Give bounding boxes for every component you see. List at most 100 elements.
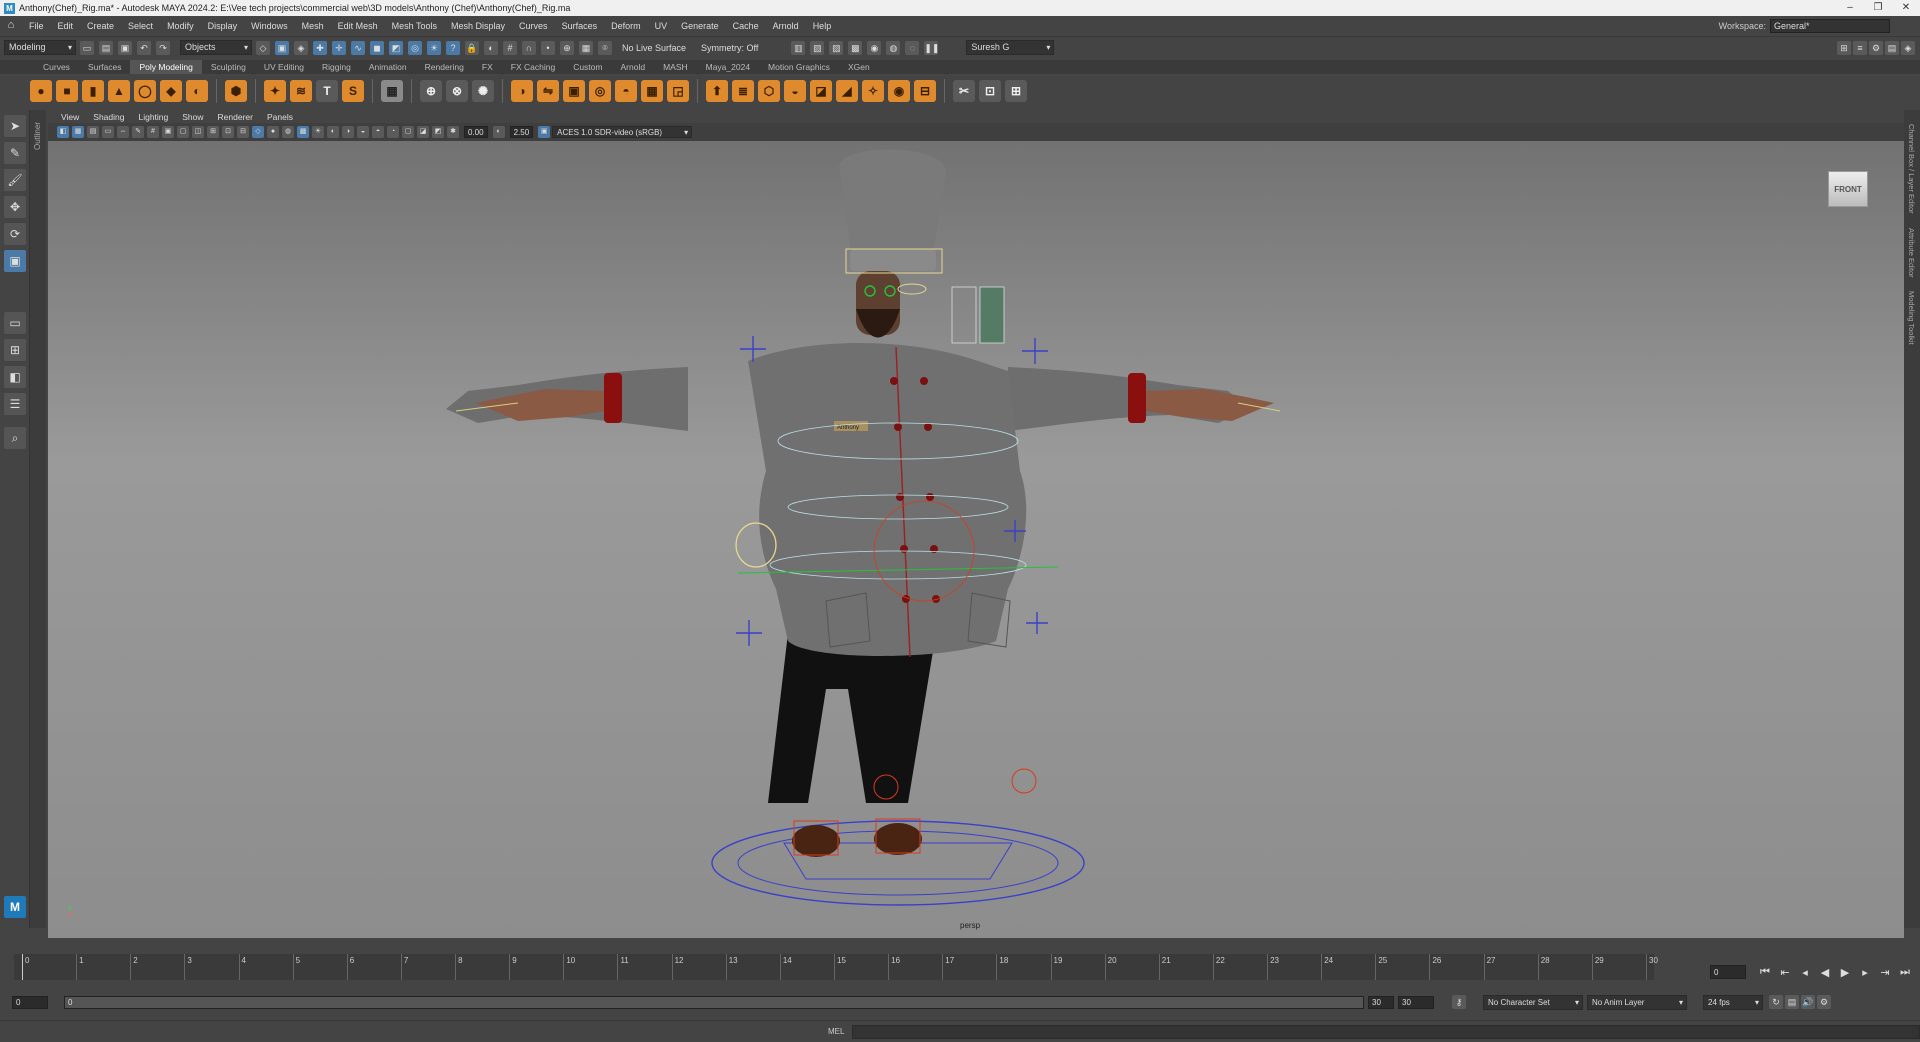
menu-mesh-tools[interactable]: Mesh Tools (385, 21, 444, 31)
paint-select-tool-icon[interactable]: 🖌 (4, 169, 26, 191)
render-settings-icon[interactable]: ▩ (848, 40, 863, 55)
reduce-icon[interactable]: ◓ (615, 80, 637, 102)
attribute-editor-icon[interactable]: ≡ (1853, 40, 1867, 55)
selection-mode-dropdown[interactable]: Objects (180, 40, 252, 55)
bevel-icon[interactable]: ⬡ (758, 80, 780, 102)
step-back-key-button[interactable]: ⇤ (1776, 966, 1794, 979)
step-forward-key-button[interactable]: ⇥ (1876, 966, 1894, 979)
menu-deform[interactable]: Deform (604, 21, 648, 31)
tool-settings-icon[interactable]: ⚙ (1869, 40, 1883, 55)
menu-windows[interactable]: Windows (244, 21, 295, 31)
viewport-menu-show[interactable]: Show (175, 112, 210, 122)
isolate-select-icon[interactable]: ▢ (402, 126, 414, 138)
bridge-icon[interactable]: ≣ (732, 80, 754, 102)
open-scene-icon[interactable]: ▤ (99, 40, 113, 55)
view-cube[interactable]: FRONT (1828, 171, 1868, 207)
collapse-icon[interactable]: ⊟ (914, 80, 936, 102)
scale-tool-icon[interactable]: ▣ (4, 250, 26, 272)
shelf-tab-fx-caching[interactable]: FX Caching (502, 60, 564, 74)
loop-icon[interactable]: ↻ (1769, 995, 1783, 1009)
symmetry-label[interactable]: Symmetry: Off (695, 43, 764, 53)
arnold-render-icon[interactable]: ◍ (886, 40, 901, 55)
menu-uv[interactable]: UV (648, 21, 675, 31)
arnold-ipr-icon[interactable]: ◌ (905, 40, 920, 55)
wedge-icon[interactable]: ◢ (836, 80, 858, 102)
time-ruler[interactable]: 0 1 2 3 4 5 6 7 8 9 10 11 12 13 14 15 16 17 18 19 20 21 22 23 2… (14, 954, 1658, 980)
shelf-tab-poly-modeling[interactable]: Poly Modeling (130, 60, 202, 74)
shelf-tab-motion-graphics[interactable]: Motion Graphics (759, 60, 839, 74)
shadows-icon[interactable]: ◐ (327, 126, 339, 138)
color-management-icon[interactable]: ▣ (538, 126, 551, 138)
menu-help[interactable]: Help (806, 21, 839, 31)
outliner-layout-icon[interactable]: ◧ (4, 366, 26, 388)
textured-icon[interactable]: ▩ (297, 126, 309, 138)
poly-cone-icon[interactable]: ▲ (108, 80, 130, 102)
poke-icon[interactable]: ✧ (862, 80, 884, 102)
shelf-tab-rendering[interactable]: Rendering (416, 60, 473, 74)
live-surface-label[interactable]: No Live Surface (616, 43, 692, 53)
boolean-icon[interactable]: ◑ (511, 80, 533, 102)
motion-blur-icon[interactable]: ◒ (357, 126, 369, 138)
shelf-tab-uv-editing[interactable]: UV Editing (255, 60, 313, 74)
resolution-gate-icon[interactable]: ▢ (177, 126, 189, 138)
poly-torus-icon[interactable]: ◯ (134, 80, 156, 102)
highlight-selection-icon[interactable]: ◐ (484, 40, 498, 55)
ipr-render-icon[interactable]: ▨ (829, 40, 844, 55)
bevel-edges-icon[interactable]: ◪ (810, 80, 832, 102)
close-button[interactable]: ✕ (1892, 0, 1920, 16)
viewport-menu-view[interactable]: View (54, 112, 86, 122)
grid-icon[interactable]: # (147, 126, 159, 138)
animation-end-field[interactable]: 30 (1398, 995, 1434, 1009)
quad-draw-icon[interactable]: ⊞ (1005, 80, 1027, 102)
step-back-frame-button[interactable]: ◂ (1796, 966, 1814, 979)
poly-plane-icon[interactable]: ◆ (160, 80, 182, 102)
viewport-3d[interactable]: Anthony FRONT persp yx (48, 141, 1904, 938)
menu-mesh[interactable]: Mesh (295, 21, 331, 31)
target-weld-icon[interactable]: ⊡ (979, 80, 1001, 102)
shelf-tab-surfaces[interactable]: Surfaces (79, 60, 131, 74)
poly-disc-icon[interactable]: ◐ (186, 80, 208, 102)
snap-point-icon[interactable]: • (541, 40, 555, 55)
channel-box-tab[interactable]: Channel Box / Layer Editor (1907, 124, 1916, 214)
object-mode-icon[interactable]: ▣ (275, 40, 289, 55)
minimize-button[interactable]: – (1836, 0, 1864, 16)
go-to-end-button[interactable]: ⏭ (1896, 966, 1914, 979)
select-by-joints-icon[interactable]: ✛ (332, 40, 346, 55)
select-by-surfaces-icon[interactable]: ◼ (370, 40, 384, 55)
modeling-toolkit-icon[interactable]: ⊞ (1837, 40, 1851, 55)
sound-icon[interactable]: 🔊 (1801, 995, 1815, 1009)
mash-icon[interactable]: ▦ (381, 80, 403, 102)
viewport-menu-lighting[interactable]: Lighting (131, 112, 175, 122)
graph-editor-layout-icon[interactable]: ☰ (4, 393, 26, 415)
snap-view-plane-icon[interactable]: ▦ (579, 40, 593, 55)
circularize-icon[interactable]: ◉ (888, 80, 910, 102)
new-scene-icon[interactable]: ▭ (80, 40, 94, 55)
attribute-editor-tab[interactable]: Attribute Editor (1907, 228, 1916, 278)
select-by-handles-icon[interactable]: ✚ (313, 40, 327, 55)
hypershade-icon[interactable]: ◉ (867, 40, 882, 55)
smooth-shade-icon[interactable]: ● (267, 126, 279, 138)
grease-pencil-icon[interactable]: ✎ (132, 126, 144, 138)
svg-tool-icon[interactable]: S (342, 80, 364, 102)
select-by-curves-icon[interactable]: ∿ (351, 40, 365, 55)
menu-select[interactable]: Select (121, 21, 160, 31)
xray-joints-icon[interactable]: ◩ (432, 126, 444, 138)
sweep-mesh-icon[interactable]: ≋ (290, 80, 312, 102)
exposure-field[interactable]: 0.00 (464, 126, 488, 138)
render-frame-icon[interactable]: ▧ (810, 40, 825, 55)
snap-projected-center-icon[interactable]: ⊕ (560, 40, 574, 55)
go-to-start-button[interactable]: ⏮ (1756, 966, 1774, 979)
menu-generate[interactable]: Generate (674, 21, 726, 31)
fill-hole-icon[interactable]: ◎ (589, 80, 611, 102)
menu-arnold[interactable]: Arnold (766, 21, 806, 31)
channel-box-icon[interactable]: ▤ (1885, 40, 1899, 55)
search-icon[interactable]: ⌕ (4, 427, 26, 449)
select-by-dynamics-icon[interactable]: ◎ (408, 40, 422, 55)
hierarchy-mode-icon[interactable]: ◇ (256, 40, 270, 55)
lock-selection-icon[interactable]: 🔒 (465, 40, 479, 55)
play-backwards-button[interactable]: ◀ (1816, 966, 1834, 979)
user-account-dropdown[interactable]: Suresh G (966, 40, 1055, 55)
gate-mask-icon[interactable]: ◫ (192, 126, 204, 138)
shelf-tab-xgen[interactable]: XGen (839, 60, 879, 74)
menu-edit[interactable]: Edit (51, 21, 81, 31)
